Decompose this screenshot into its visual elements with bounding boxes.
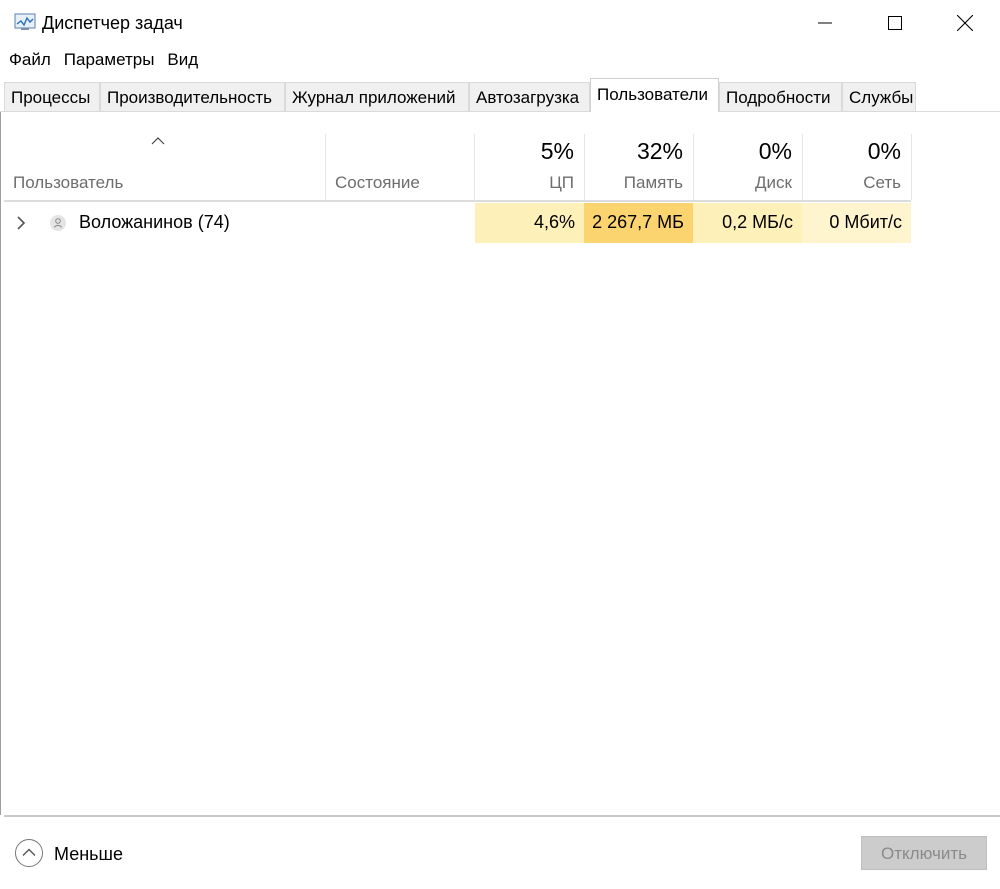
column-network-label: Сеть — [863, 173, 901, 192]
footer-divider — [4, 815, 1000, 817]
window-title: Диспетчер задач — [42, 13, 183, 33]
column-header-memory[interactable]: 32% Память — [584, 134, 693, 200]
column-header-cpu[interactable]: 5% ЦП — [475, 134, 584, 200]
column-status-label: Состояние — [335, 173, 420, 192]
network-cell: 0 Мбит/с — [802, 203, 911, 243]
minimize-icon — [818, 22, 832, 24]
tab-app-history[interactable]: Журнал приложений — [285, 82, 469, 111]
header-divider — [4, 200, 911, 202]
column-memory-label: Память — [623, 173, 683, 192]
menu-file[interactable]: Файл — [0, 48, 58, 74]
column-header-network[interactable]: 0% Сеть — [802, 134, 911, 200]
column-header-disk[interactable]: 0% Диск — [693, 134, 802, 200]
disk-total-percent: 0% — [758, 138, 792, 164]
maximize-button[interactable] — [860, 0, 930, 46]
tab-startup[interactable]: Автозагрузка — [469, 82, 590, 111]
tab-strip: Процессы Производительность Журнал прило… — [0, 78, 1000, 112]
maximize-icon — [888, 16, 902, 30]
tab-users[interactable]: Пользователи — [590, 78, 719, 112]
column-user-label: Пользователь — [13, 173, 124, 192]
cpu-total-percent: 5% — [540, 138, 574, 164]
disconnect-button[interactable]: Отключить — [861, 836, 987, 870]
minimize-button[interactable] — [790, 0, 860, 46]
menu-options[interactable]: Параметры — [58, 48, 162, 74]
close-icon — [957, 15, 973, 31]
network-total-percent: 0% — [867, 138, 901, 164]
task-manager-icon — [14, 13, 36, 30]
fewer-details-label: Меньше — [54, 844, 123, 864]
user-name: Воложанинов (74) — [79, 212, 230, 232]
menu-view[interactable]: Вид — [161, 48, 205, 74]
column-cpu-label: ЦП — [549, 173, 574, 192]
chevron-right-icon[interactable] — [14, 215, 28, 231]
sort-ascending-icon — [151, 137, 165, 145]
table-row[interactable]: Воложанинов (74) 4,6% 2 267,7 МБ 0,2 МБ/… — [4, 203, 911, 243]
tab-services[interactable]: Службы — [842, 82, 916, 111]
user-avatar-icon — [50, 215, 66, 231]
cpu-cell: 4,6% — [475, 203, 584, 243]
memory-cell: 2 267,7 МБ — [584, 203, 693, 243]
column-disk-label: Диск — [755, 173, 792, 192]
disk-cell: 0,2 МБ/с — [693, 203, 802, 243]
close-button[interactable] — [930, 0, 1000, 46]
fewer-details-button[interactable]: Меньше — [14, 838, 134, 868]
chevron-up-circle-icon — [15, 839, 43, 867]
title-bar: Диспетчер задач — [0, 0, 1000, 46]
tab-performance[interactable]: Производительность — [100, 82, 285, 111]
tab-processes[interactable]: Процессы — [4, 82, 100, 111]
menu-bar: Файл Параметры Вид — [0, 48, 205, 74]
memory-total-percent: 32% — [636, 138, 683, 164]
column-header-status[interactable]: Состояние — [326, 134, 475, 200]
content-border — [0, 112, 1, 815]
tab-details[interactable]: Подробности — [719, 82, 842, 111]
column-separator — [911, 134, 912, 200]
